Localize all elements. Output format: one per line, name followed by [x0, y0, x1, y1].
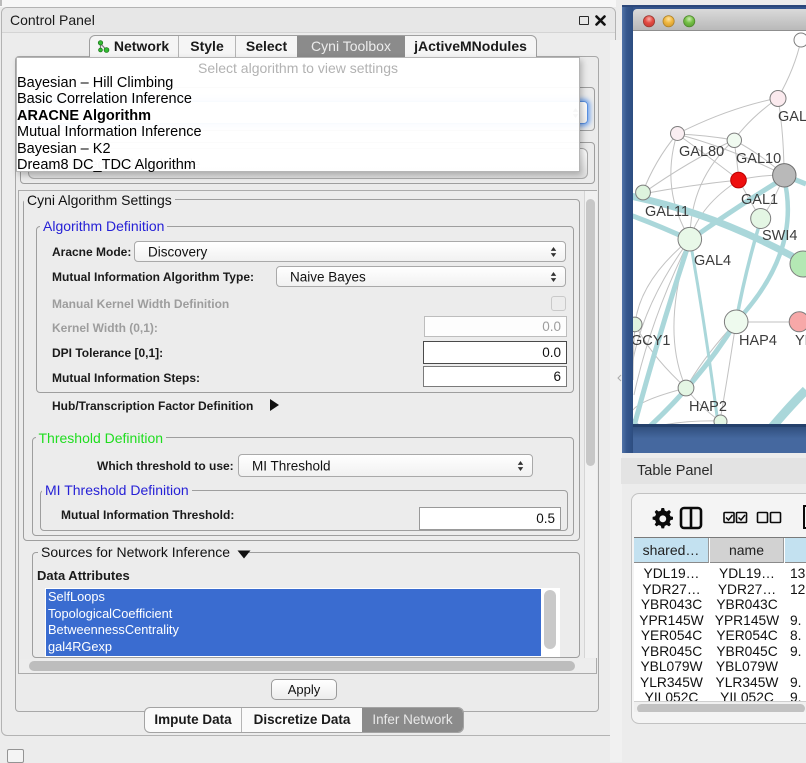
- svg-text:GAL80: GAL80: [679, 144, 724, 160]
- svg-text:GAL7: GAL7: [778, 109, 806, 125]
- svg-text:HAP4: HAP4: [739, 333, 777, 349]
- svg-text:GAL11: GAL11: [645, 204, 689, 220]
- svg-text:GAL10: GAL10: [736, 151, 781, 167]
- svg-text:SWI4: SWI4: [762, 228, 797, 244]
- svg-text:GAL1: GAL1: [741, 192, 778, 208]
- svg-text:GCY1: GCY1: [633, 333, 671, 349]
- svg-text:GAL4: GAL4: [694, 253, 731, 269]
- svg-text:YM: YM: [795, 333, 806, 349]
- svg-text:HAP2: HAP2: [689, 399, 727, 415]
